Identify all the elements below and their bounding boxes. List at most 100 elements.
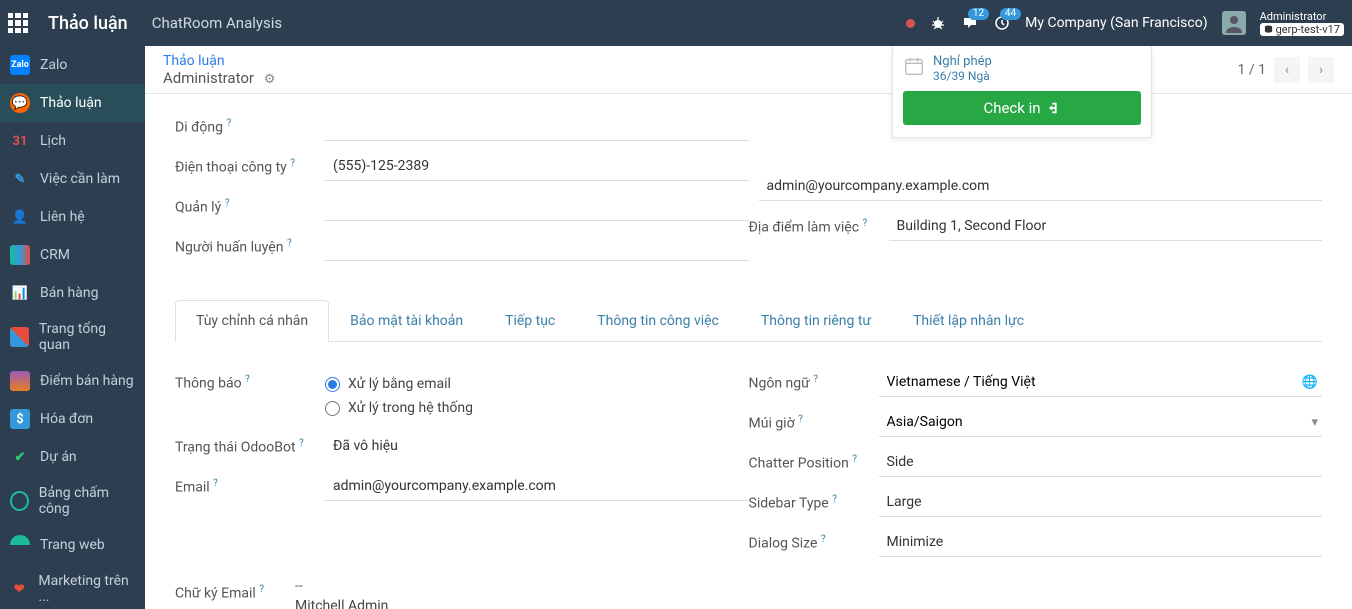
odoobot-label: Trạng thái OdooBot <box>175 440 296 456</box>
sidebar-item-label: Thảo luận <box>40 95 102 111</box>
sidebar-item-label: Zalo <box>40 57 67 73</box>
help-icon[interactable]: ? <box>290 158 295 169</box>
timezone-select[interactable] <box>879 408 1308 436</box>
sidebar-item-invoicing[interactable]: $Hóa đơn <box>0 400 145 438</box>
sidebar-item-marketing[interactable]: ❤Marketing trên ... <box>0 564 145 609</box>
sidebar-item-label: Lịch <box>40 133 66 149</box>
user-name-label: Administrator <box>1260 10 1344 23</box>
notify-email-radio[interactable] <box>325 377 340 392</box>
odoobot-value: Đã vô hiệu <box>325 432 749 461</box>
pager-prev-button[interactable]: ‹ <box>1274 57 1300 83</box>
apps-icon[interactable] <box>8 13 28 33</box>
sidebar-item-label: Liên hệ <box>40 209 85 225</box>
help-icon[interactable]: ? <box>225 198 230 209</box>
notification-radio-group: Xử lý bằng email Xử lý trong hệ thống <box>325 368 473 424</box>
tab-personal-prefs[interactable]: Tùy chỉnh cá nhân <box>175 300 329 342</box>
user-menu[interactable]: Administrator gerp-test-v17 <box>1260 10 1344 36</box>
sidebar-item-contacts[interactable]: 👤Liên hệ <box>0 198 145 236</box>
brand-subtitle[interactable]: ChatRoom Analysis <box>152 14 282 32</box>
notify-inbox-option[interactable]: Xử lý trong hệ thống <box>325 396 473 420</box>
sidebar-item-label: Bảng chấm công <box>39 485 135 517</box>
tab-resume[interactable]: Tiếp tục <box>484 300 576 341</box>
database-pill: gerp-test-v17 <box>1260 23 1344 36</box>
user-avatar[interactable] <box>1222 11 1246 35</box>
sidebar-item-calendar[interactable]: 31Lịch <box>0 122 145 160</box>
notification-label: Thông báo <box>175 376 242 392</box>
help-icon[interactable]: ? <box>832 494 837 505</box>
pager-next-button[interactable]: › <box>1308 57 1334 83</box>
tab-work-info[interactable]: Thông tin công việc <box>576 300 740 341</box>
breadcrumb: Thảo luận Administrator ⚙ <box>163 53 275 87</box>
brand-title[interactable]: Thảo luận <box>48 13 128 34</box>
sidebar-item-dashboard[interactable]: Trang tổng quan <box>0 312 145 362</box>
manager-field[interactable] <box>325 192 749 221</box>
signature-separator: -- <box>295 578 1322 594</box>
email-field[interactable] <box>325 472 749 501</box>
help-icon[interactable]: ? <box>798 414 803 425</box>
tab-account-security[interactable]: Bảo mật tài khoản <box>329 300 484 341</box>
check-in-button[interactable]: Check in <box>903 91 1141 125</box>
sidebar-item-discuss[interactable]: 💬Thảo luận <box>0 84 145 122</box>
dialog-size-select[interactable] <box>879 528 1323 557</box>
tab-hr-settings[interactable]: Thiết lập nhân lực <box>892 300 1045 341</box>
tab-body: Thông báo ? Xử lý bằng email Xử lý trong… <box>175 342 1322 609</box>
page-title: Administrator <box>163 69 254 87</box>
messages-badge: 12 <box>968 8 989 20</box>
mobile-field[interactable] <box>325 112 749 141</box>
chatter-position-select[interactable] <box>879 448 1323 477</box>
sidebar-item-website[interactable]: Trang web <box>0 526 145 564</box>
form-sheet: Di động ? Điện thoại công ty ? Quản lý ?… <box>145 94 1352 609</box>
coach-label: Người huấn luyện <box>175 240 283 256</box>
sidebar-item-label: Trang web <box>40 537 105 553</box>
help-icon[interactable]: ? <box>213 478 218 489</box>
navbar-left: Thảo luận ChatRoom Analysis <box>8 13 282 34</box>
sidebar-type-select[interactable] <box>879 488 1323 517</box>
messages-icon[interactable]: 12 <box>961 14 979 32</box>
sidebar-item-label: CRM <box>40 247 70 263</box>
help-icon[interactable]: ? <box>852 454 857 465</box>
sidebar-item-label: Trang tổng quan <box>39 321 135 353</box>
help-icon[interactable]: ? <box>813 374 818 385</box>
sidebar-item-label: Điểm bán hàng <box>40 373 134 389</box>
globe-icon[interactable]: 🌐 <box>1298 375 1322 390</box>
help-icon[interactable]: ? <box>259 584 264 595</box>
pager: 1 / 1 ‹ › <box>1238 57 1334 83</box>
calendar-icon <box>903 55 925 82</box>
work-phone-field[interactable] <box>325 152 749 181</box>
tab-private-info[interactable]: Thông tin riêng tư <box>740 300 892 341</box>
breadcrumb-parent[interactable]: Thảo luận <box>163 53 225 69</box>
sidebar-item-label: Việc cần làm <box>40 171 120 187</box>
main-sidebar: ZaloZalo 💬Thảo luận 31Lịch ✎Việc cần làm… <box>0 46 145 609</box>
language-label: Ngôn ngữ <box>749 376 810 392</box>
help-icon[interactable]: ? <box>863 218 868 229</box>
sidebar-item-project[interactable]: ✔Dự án <box>0 438 145 476</box>
manager-label: Quản lý <box>175 200 221 216</box>
help-icon[interactable]: ? <box>227 118 232 129</box>
gear-icon[interactable]: ⚙ <box>264 72 276 87</box>
sidebar-item-attendance[interactable]: Bảng chấm công <box>0 476 145 526</box>
help-icon[interactable]: ? <box>245 374 250 385</box>
signature-value[interactable]: Mitchell Admin <box>295 598 1322 609</box>
navbar-right: 12 44 My Company (San Francisco) Adminis… <box>906 10 1344 36</box>
notify-email-option[interactable]: Xử lý bằng email <box>325 372 473 396</box>
coach-field[interactable] <box>325 232 749 261</box>
sidebar-item-crm[interactable]: CRM <box>0 236 145 274</box>
notify-inbox-radio[interactable] <box>325 401 340 416</box>
sidebar-item-todo[interactable]: ✎Việc cần làm <box>0 160 145 198</box>
sidebar-type-label: Sidebar Type <box>749 496 829 512</box>
help-icon[interactable]: ? <box>821 534 826 545</box>
work-phone-label: Điện thoại công ty <box>175 160 287 176</box>
help-icon[interactable]: ? <box>287 238 292 249</box>
company-switcher[interactable]: My Company (San Francisco) <box>1025 15 1207 31</box>
help-icon[interactable]: ? <box>299 438 304 449</box>
work-location-field[interactable] <box>889 212 1323 241</box>
sidebar-item-pos[interactable]: Điểm bán hàng <box>0 362 145 400</box>
sidebar-item-sales[interactable]: 📊Bán hàng <box>0 274 145 312</box>
chevron-down-icon[interactable]: ▾ <box>1307 415 1322 430</box>
work-email-top-field[interactable] <box>759 172 1323 201</box>
activities-icon[interactable]: 44 <box>993 14 1011 32</box>
debug-bug-icon[interactable] <box>929 14 947 32</box>
chatter-position-label: Chatter Position <box>749 456 849 472</box>
language-select[interactable] <box>879 368 1298 396</box>
sidebar-item-zalo[interactable]: ZaloZalo <box>0 46 145 84</box>
